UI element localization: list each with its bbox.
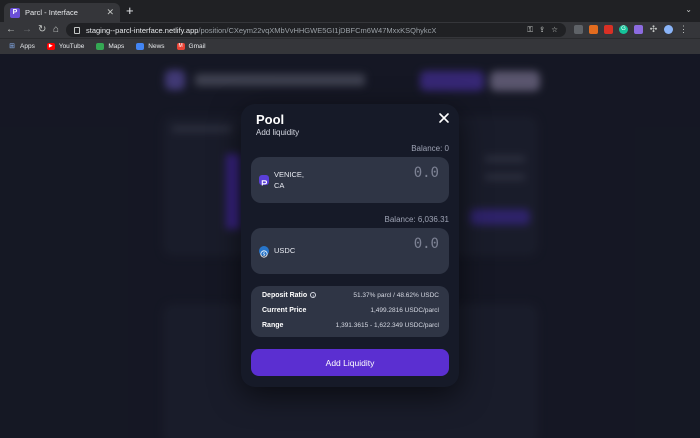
asset-a-balance: Balance: 0	[411, 144, 449, 153]
asset-b-input-box[interactable]: $ USDC 0.0	[251, 228, 449, 274]
bookmark-news[interactable]: News	[136, 43, 165, 50]
url-host: staging--parcl-interface.netlify.app	[86, 25, 199, 35]
menu-icon[interactable]: ⋮	[679, 25, 688, 34]
asset-a-input-box[interactable]: VENICE, CA 0.0	[251, 157, 449, 203]
grammarly-icon[interactable]: G	[619, 25, 628, 34]
extension-icon[interactable]	[634, 25, 643, 34]
usdc-icon: $	[259, 246, 269, 258]
extension-icon[interactable]	[574, 25, 583, 34]
current-price-label: Current Price	[262, 306, 307, 314]
asset-b-name: USDC	[274, 246, 296, 255]
browser-tab[interactable]: P Parcl - Interface ✕	[4, 3, 120, 22]
bookmark-label: Gmail	[188, 43, 206, 50]
deposit-ratio-value: 51.37% parcl / 48.62% USDC	[353, 291, 439, 299]
asset-a-name-line2: CA	[274, 181, 285, 190]
bookmark-label: Apps	[20, 43, 35, 50]
browser-tab-strip: P Parcl - Interface ✕ + ⌄	[0, 0, 700, 22]
asset-a-name-line1: VENICE,	[274, 170, 305, 179]
deposit-ratio-label: Deposit Ratio	[262, 291, 308, 299]
forward-arrow-icon[interactable]: →	[22, 23, 32, 37]
profile-avatar[interactable]	[664, 25, 673, 34]
pool-modal: Pool Add liquidity Balance: 0 VENICE, CA…	[241, 104, 459, 387]
parcl-favicon-icon: P	[10, 7, 20, 18]
deposit-ratio-row: Deposit Ratio i 51.37% parcl / 48.62% US…	[262, 289, 439, 301]
maps-icon	[96, 43, 105, 50]
modal-title: Pool	[256, 112, 285, 127]
tab-close-icon[interactable]: ✕	[106, 7, 114, 18]
current-price-row: Current Price 1,499.2816 USDC/parcl	[262, 304, 439, 316]
close-button[interactable]	[437, 111, 451, 125]
parcl-logo-icon	[259, 175, 269, 186]
asset-a-amount-input[interactable]: 0.0	[414, 165, 439, 181]
url-path: /position/CXeym22vqXMbVvHHGWE5GI1jDBFCm6…	[198, 25, 437, 35]
current-price-value: 1,499.2816 USDC/parcl	[370, 306, 439, 314]
reload-icon[interactable]: ↻	[38, 23, 46, 37]
bookmark-star-icon[interactable]: ☆	[551, 25, 558, 35]
deposit-ratio-label-wrap: Deposit Ratio i	[262, 291, 317, 299]
url-text: staging--parcl-interface.netlify.app/pos…	[86, 26, 527, 35]
new-tab-button[interactable]: +	[126, 4, 134, 18]
svg-text:$: $	[263, 252, 266, 258]
pool-info-box: Deposit Ratio i 51.37% parcl / 48.62% US…	[251, 286, 449, 337]
range-label: Range	[262, 321, 284, 329]
key-icon[interactable]: ⚿	[527, 25, 533, 35]
bookmarks-bar: ⊞ Apps ▶ YouTube Maps News M Gmail	[0, 38, 700, 54]
tab-search-chevron-icon[interactable]: ⌄	[685, 5, 692, 14]
news-icon	[136, 43, 145, 50]
lock-icon[interactable]	[74, 26, 80, 34]
extensions-puzzle-icon[interactable]: ✣	[649, 25, 658, 34]
asset-b-amount-input[interactable]: 0.0	[414, 236, 439, 252]
close-icon	[439, 113, 449, 123]
range-row: Range 1,391.3615 - 1,622.349 USDC/parcl	[262, 319, 439, 331]
home-icon[interactable]: ⌂	[53, 23, 59, 37]
bookmark-label: News	[148, 43, 165, 50]
bookmark-youtube[interactable]: ▶ YouTube	[46, 43, 85, 50]
youtube-icon: ▶	[46, 43, 55, 50]
back-arrow-icon[interactable]: ←	[6, 23, 16, 37]
info-icon[interactable]: i	[310, 292, 317, 298]
add-liquidity-button[interactable]: Add Liquidity	[251, 349, 449, 376]
browser-toolbar: ← → ↻ ⌂ staging--parcl-interface.netlify…	[0, 22, 700, 38]
asset-b-balance: Balance: 6,036.31	[384, 215, 450, 224]
share-icon[interactable]: ⇪	[539, 25, 545, 35]
bookmark-label: YouTube	[58, 43, 85, 50]
range-value: 1,391.3615 - 1,622.349 USDC/parcl	[335, 321, 439, 329]
apps-grid-icon: ⊞	[9, 43, 15, 50]
metamask-icon[interactable]	[589, 25, 598, 34]
tab-title: Parcl - Interface	[25, 8, 78, 17]
gmail-icon: M	[176, 43, 185, 50]
bookmark-maps[interactable]: Maps	[96, 43, 124, 50]
address-bar[interactable]: staging--parcl-interface.netlify.app/pos…	[66, 23, 566, 37]
bookmark-gmail[interactable]: M Gmail	[176, 43, 206, 50]
bookmark-label: Maps	[108, 43, 125, 50]
modal-subtitle: Add liquidity	[256, 128, 300, 137]
extension-icon[interactable]	[604, 25, 613, 34]
bookmark-apps[interactable]: ⊞ Apps	[8, 43, 35, 50]
